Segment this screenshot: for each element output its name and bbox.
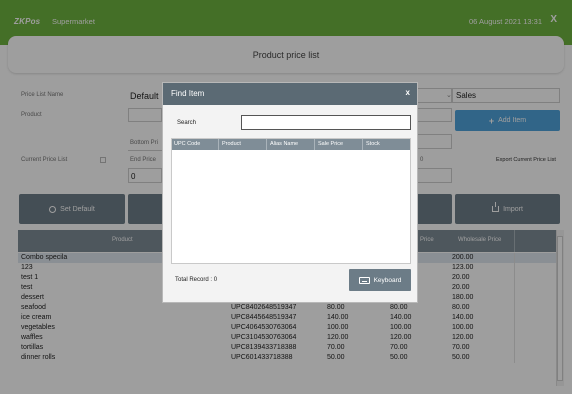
- total-record-label: Total Record :: [175, 277, 213, 283]
- search-results-table: UPC Code Product Alias Name Sale Price S…: [171, 138, 411, 264]
- column-stock: Stock: [366, 141, 380, 147]
- header-divider: [218, 139, 219, 150]
- dialog-header: Find Item x: [163, 83, 417, 105]
- dialog-title: Find Item: [171, 89, 205, 98]
- column-product: Product: [222, 141, 241, 147]
- header-divider: [266, 139, 267, 150]
- keyboard-icon: [358, 276, 370, 284]
- column-alias-name: Alias Name: [270, 141, 299, 147]
- total-record-value: 0: [213, 277, 218, 283]
- total-record: Total Record : 0: [175, 277, 217, 283]
- column-sale-price: Sale Price: [318, 141, 344, 147]
- header-divider: [314, 139, 315, 150]
- search-results-header: UPC Code Product Alias Name Sale Price S…: [172, 139, 410, 150]
- column-upc-code: UPC Code: [174, 141, 201, 147]
- search-label: Search: [177, 120, 197, 126]
- keyboard-label: Keyboard: [373, 276, 402, 284]
- search-input[interactable]: [241, 115, 411, 130]
- dialog-close-button[interactable]: x: [406, 88, 410, 97]
- keyboard-button[interactable]: Keyboard: [349, 269, 411, 291]
- header-divider: [362, 139, 363, 150]
- find-item-dialog: Find Item x Search UPC Code Product Alia…: [162, 82, 418, 303]
